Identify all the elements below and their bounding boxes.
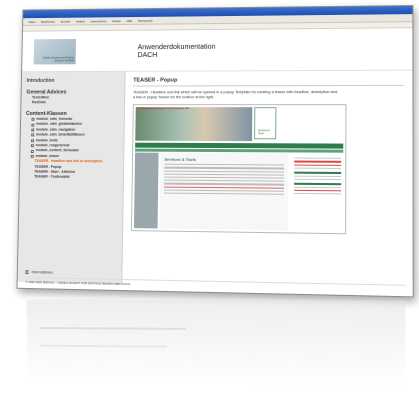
text-line-highlight <box>164 186 284 189</box>
page-title: Anwenderdokumentation DACH <box>137 41 215 59</box>
checkbox-icon[interactable] <box>25 270 29 274</box>
page-title-line2: DACH <box>137 49 158 59</box>
sidebar-item-introduction[interactable]: Introduction <box>27 78 120 84</box>
text-line <box>163 192 284 195</box>
example-main-title: Services & Tools <box>164 156 196 163</box>
company-logo[interactable]: Quality Services and Tooling Solutions a… <box>33 38 77 64</box>
expand-box-icon[interactable] <box>31 118 35 121</box>
menu-item[interactable]: Bearbeiten <box>41 19 55 23</box>
text-line <box>164 176 285 179</box>
menu-item[interactable]: Verlauf <box>76 19 85 23</box>
sidebar-item-rssdots[interactable]: RssDots <box>26 100 119 105</box>
tile-label: Services & Tools <box>258 129 270 136</box>
menu-item[interactable]: Menüpunkt <box>138 18 152 22</box>
menu-item[interactable]: Extras <box>112 19 120 23</box>
example-main-area: Services & Tools <box>159 152 289 231</box>
expand-box-icon[interactable] <box>31 133 35 137</box>
menu-item[interactable]: Datei <box>29 20 36 24</box>
menu-item[interactable]: Hilfe <box>126 19 132 23</box>
text-line-highlight <box>294 160 342 163</box>
page-header: Quality Services and Tooling Solutions a… <box>22 28 413 73</box>
green-bar <box>294 171 342 174</box>
services-tile: Services & Tools <box>254 107 277 140</box>
text-line-highlight <box>294 189 342 192</box>
expand-box-icon[interactable] <box>30 154 34 158</box>
sidebar-nav: Introduction General Advices Textedtion … <box>17 71 126 285</box>
text-line <box>164 163 285 166</box>
text-line <box>294 192 342 195</box>
text-line-highlight <box>294 164 342 166</box>
expand-box-icon[interactable] <box>31 139 34 143</box>
reflection-line <box>40 327 187 330</box>
expand-box-icon[interactable] <box>30 144 34 148</box>
text-line <box>164 179 285 182</box>
stage: Datei Bearbeiten Ansicht Verlauf Lesezei… <box>0 0 419 393</box>
example-left-column <box>133 152 159 229</box>
expand-box-icon[interactable] <box>31 128 35 132</box>
photo-label: P-Teaser-Popup Services & Tools Sonderti… <box>137 107 189 111</box>
content-description: TEASER - Headline and link which will be… <box>132 90 338 99</box>
info-label: Informationen <box>31 270 53 275</box>
text-line <box>164 167 285 170</box>
text-line <box>294 157 342 160</box>
content-title: TEASER - Popup <box>133 76 405 87</box>
text-line <box>163 189 284 192</box>
text-line <box>294 175 342 177</box>
menu-item[interactable]: Lesezeichen <box>90 19 106 23</box>
green-bar <box>294 182 342 185</box>
menu-item[interactable]: Ansicht <box>61 19 70 23</box>
expand-box-icon[interactable] <box>31 123 35 127</box>
page-body: Introduction General Advices Textedtion … <box>17 71 413 290</box>
text-line <box>294 178 342 181</box>
example-screenshot: P-Teaser-Popup Services & Tools Sonderti… <box>130 104 347 235</box>
text-line <box>164 173 285 176</box>
main-content: TEASER - Popup TEASER - Headline and lin… <box>122 71 412 290</box>
header-photo <box>135 107 253 142</box>
example-nav-bar <box>135 142 344 149</box>
expand-box-icon[interactable] <box>30 149 34 153</box>
logo-text: Quality Services and Tooling Solutions a… <box>42 55 74 62</box>
documentation-page: Quality Services and Tooling Solutions a… <box>17 28 413 295</box>
example-right-column <box>292 154 343 232</box>
sidebar-item-teaser-toolbox[interactable]: TEASER - Toolboxbild <box>25 175 119 181</box>
text-line <box>164 170 285 173</box>
text-line <box>164 182 284 186</box>
browser-window: Datei Bearbeiten Ansicht Verlauf Lesezei… <box>16 5 414 298</box>
reflection-line <box>40 344 167 348</box>
text-line <box>294 186 342 188</box>
text-line <box>294 167 342 169</box>
window-reflection <box>26 299 406 389</box>
